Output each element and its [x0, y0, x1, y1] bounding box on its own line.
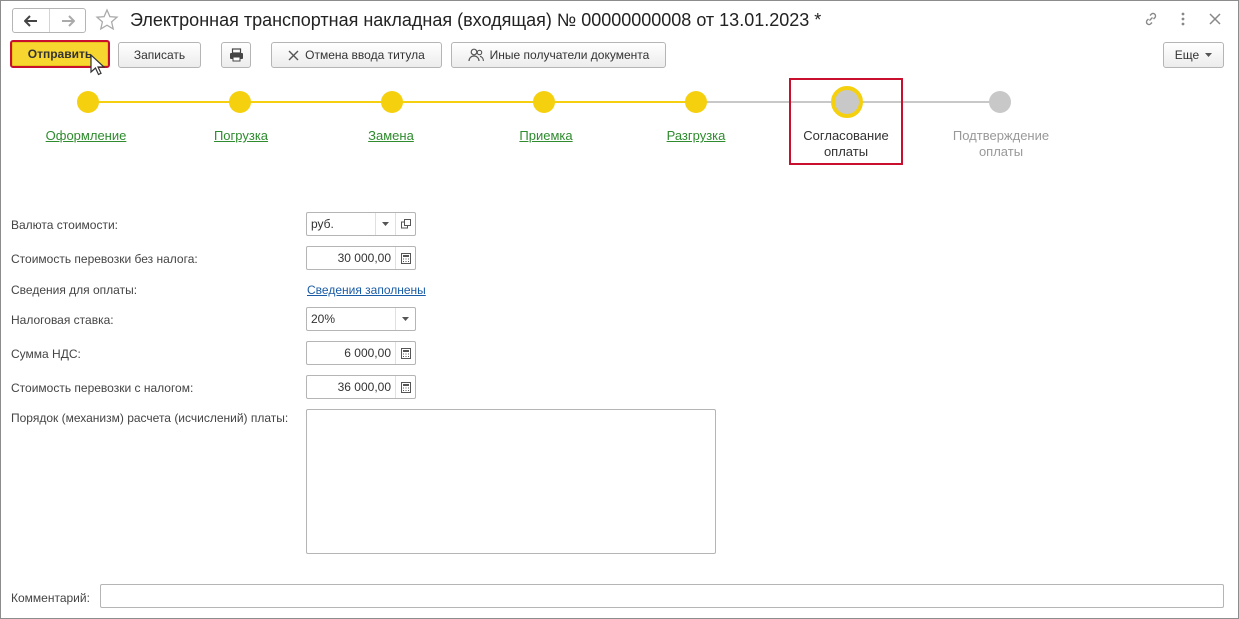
- currency-open-button[interactable]: [395, 213, 415, 235]
- other-recipients-label: Иные получатели документа: [489, 48, 650, 62]
- more-actions-button[interactable]: [1174, 10, 1192, 28]
- cost-with-tax-input[interactable]: 36 000,00: [306, 375, 416, 399]
- tax-rate-value: 20%: [311, 312, 336, 326]
- step-dot-replacement: [381, 91, 403, 113]
- comment-input[interactable]: [100, 584, 1224, 608]
- vat-value: 6 000,00: [344, 346, 391, 360]
- cost-with-tax-value: 36 000,00: [337, 380, 391, 394]
- tax-rate-select[interactable]: 20%: [306, 307, 416, 331]
- step-link-replacement[interactable]: Замена: [368, 128, 414, 143]
- payment-info-label: Сведения для оплаты:: [11, 283, 138, 297]
- cancel-title-button[interactable]: Отмена ввода титула: [271, 42, 442, 68]
- step-dot-loading: [229, 91, 251, 113]
- arrow-right-icon: [61, 14, 75, 27]
- more-label: Еще: [1174, 48, 1200, 62]
- back-button[interactable]: [13, 9, 49, 32]
- tax-rate-label: Налоговая ставка:: [11, 313, 114, 327]
- step-link-unloading[interactable]: Разгрузка: [667, 128, 726, 143]
- step-link-acceptance[interactable]: Приемка: [519, 128, 572, 143]
- favorite-star-button[interactable]: [95, 8, 119, 32]
- print-button[interactable]: [221, 42, 251, 68]
- forward-button[interactable]: [49, 9, 85, 32]
- chevron-down-icon: [382, 222, 389, 226]
- window-controls: [1142, 10, 1224, 28]
- cross-icon: [288, 50, 299, 60]
- step-link-design[interactable]: Оформление: [46, 128, 127, 143]
- calculator-icon: [400, 252, 411, 264]
- page-title: Электронная транспортная накладная (вход…: [130, 10, 822, 30]
- chevron-down-icon: [402, 317, 409, 321]
- cost-no-tax-input[interactable]: 30 000,00: [306, 246, 416, 270]
- save-button[interactable]: Записать: [118, 42, 201, 68]
- step-dot-acceptance: [533, 91, 555, 113]
- calc-order-label: Порядок (механизм) расчета (исчислений) …: [11, 411, 289, 425]
- currency-dropdown-button[interactable]: [375, 213, 395, 235]
- cost-no-tax-label: Стоимость перевозки без налога:: [11, 252, 198, 266]
- currency-value: руб.: [311, 217, 334, 231]
- calc-order-textarea[interactable]: [306, 409, 716, 554]
- link-icon: [1145, 12, 1157, 26]
- cost-no-tax-value: 30 000,00: [337, 251, 391, 265]
- cancel-title-label: Отмена ввода титула: [305, 48, 425, 62]
- users-icon: [468, 48, 484, 62]
- step-dot-payment-confirmation: [989, 91, 1011, 113]
- arrow-left-icon: [24, 14, 37, 27]
- star-icon: [95, 8, 119, 31]
- step-link-loading[interactable]: Погрузка: [214, 128, 268, 143]
- cost-with-tax-label: Стоимость перевозки с налогом:: [11, 381, 194, 395]
- navigation-buttons: [12, 8, 86, 33]
- more-button[interactable]: Еще: [1163, 42, 1224, 68]
- step-dot-unloading: [685, 91, 707, 113]
- currency-select[interactable]: руб.: [306, 212, 416, 236]
- open-window-icon: [400, 219, 411, 229]
- comment-label: Комментарий:: [11, 591, 90, 605]
- other-recipients-button[interactable]: Иные получатели документа: [451, 42, 666, 68]
- payment-info-link[interactable]: Сведения заполнены: [307, 283, 426, 297]
- link-button[interactable]: [1142, 10, 1160, 28]
- cost-with-tax-calculator-button[interactable]: [395, 376, 415, 398]
- currency-label: Валюта стоимости:: [11, 218, 118, 232]
- calculator-icon: [400, 347, 411, 359]
- mouse-cursor-icon: [90, 53, 106, 76]
- printer-icon: [229, 48, 243, 62]
- calculator-icon: [400, 381, 411, 393]
- close-icon: [1209, 13, 1221, 25]
- more-vertical-icon: [1181, 12, 1185, 26]
- chevron-down-icon: [1205, 53, 1213, 57]
- step-dot-design: [77, 91, 99, 113]
- document-window: Электронная транспортная накладная (вход…: [0, 0, 1239, 619]
- current-step-highlight: [789, 78, 903, 165]
- vat-label: Сумма НДС:: [11, 347, 81, 361]
- vat-calculator-button[interactable]: [395, 342, 415, 364]
- close-button[interactable]: [1206, 10, 1224, 28]
- step-label-payment-confirmation: Подтверждение оплаты: [952, 128, 1050, 159]
- cost-no-tax-calculator-button[interactable]: [395, 247, 415, 269]
- vat-input[interactable]: 6 000,00: [306, 341, 416, 365]
- tax-rate-dropdown-button[interactable]: [395, 308, 415, 330]
